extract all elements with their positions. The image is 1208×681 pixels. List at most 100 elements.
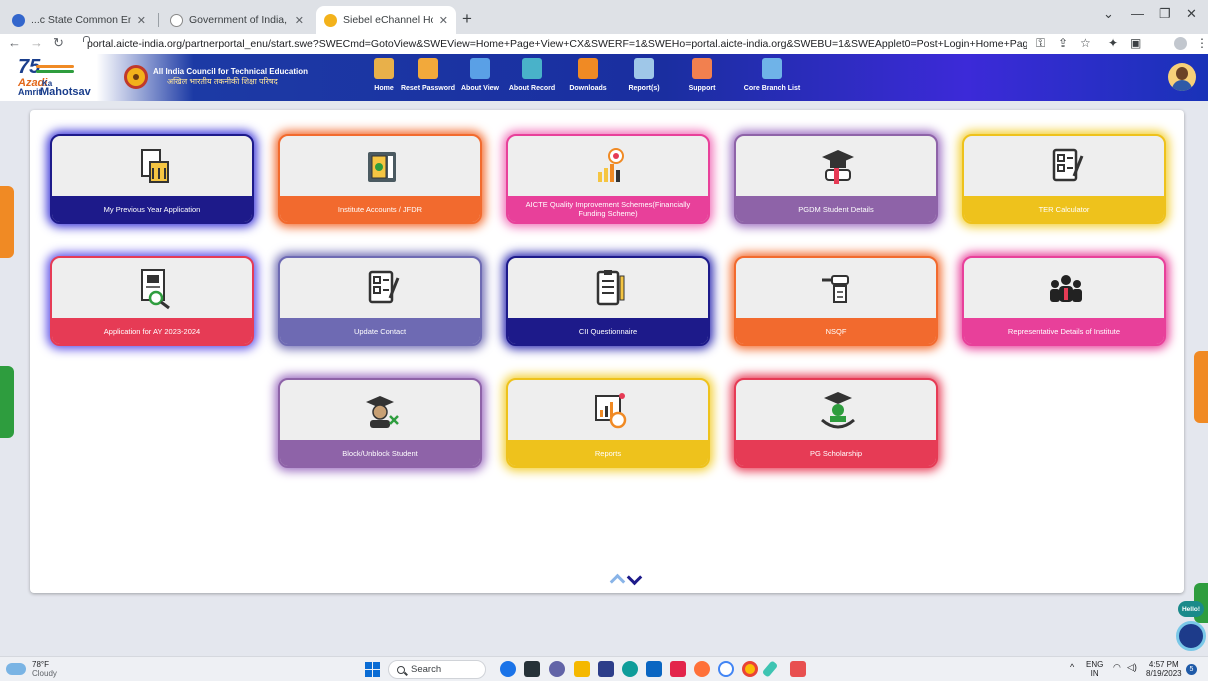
side-flag-saffron-right bbox=[1194, 351, 1208, 423]
tile-nsqf[interactable]: NSQF bbox=[734, 256, 938, 346]
restore-icon[interactable]: ❐ bbox=[1159, 6, 1171, 22]
block-student-icon bbox=[364, 390, 400, 434]
taskbar-app-snipping-icon[interactable] bbox=[761, 660, 779, 678]
browser-menu-icon[interactable]: ⋮ bbox=[1196, 36, 1208, 50]
chatbot-greeting: Hello! bbox=[1178, 601, 1204, 617]
reset-password-icon bbox=[418, 58, 438, 79]
weather-temp: 78°F bbox=[32, 660, 49, 669]
tab-siebel-home[interactable]: Siebel eChannel Home ✕ bbox=[316, 6, 456, 34]
taskbar-app-firefox-icon[interactable] bbox=[694, 661, 710, 677]
weather-text: 78°F Cloudy bbox=[32, 660, 57, 678]
weather-condition: Cloudy bbox=[32, 669, 57, 678]
tile-institute-accounts-jfdr[interactable]: Institute Accounts / JFDR bbox=[278, 134, 482, 224]
lang-secondary: IN bbox=[1090, 669, 1099, 678]
key-icon[interactable]: ⚿ bbox=[1036, 36, 1045, 51]
reload-icon[interactable]: ↻ bbox=[53, 35, 64, 51]
tab-search-icon[interactable]: ⌄ bbox=[1103, 6, 1114, 22]
tile-pgdm-student-details[interactable]: PGDM Student Details bbox=[734, 134, 938, 224]
tile-reports[interactable]: Reports bbox=[506, 378, 710, 468]
sidepanel-icon[interactable]: ▣ bbox=[1130, 36, 1141, 50]
tile-label: Update Contact bbox=[280, 318, 480, 344]
tab-close-icon[interactable]: ✕ bbox=[295, 14, 304, 27]
tab-close-icon[interactable]: ✕ bbox=[137, 14, 146, 27]
windows-start-icon[interactable] bbox=[365, 662, 380, 677]
nav-item-label: Support bbox=[688, 85, 716, 92]
taskbar-app-store-icon[interactable] bbox=[598, 661, 614, 677]
taskbar-app-bing-icon[interactable] bbox=[500, 661, 516, 677]
scroll-down-chevron-icon[interactable] bbox=[626, 569, 643, 586]
tab-label: Siebel eChannel Home bbox=[343, 14, 433, 26]
forward-icon[interactable]: → bbox=[30, 35, 43, 50]
chatbot-robot-icon[interactable] bbox=[1176, 621, 1206, 651]
cloud-icon bbox=[6, 663, 26, 675]
taskbar-app-edge-icon[interactable] bbox=[622, 661, 638, 677]
tile-label: CII Questionnaire bbox=[508, 318, 708, 344]
taskbar-app-chrome-icon[interactable] bbox=[742, 661, 758, 677]
side-flag-green bbox=[0, 366, 14, 438]
nav-item-label: About View bbox=[461, 85, 499, 92]
reports-icon bbox=[634, 58, 654, 79]
skill-hand-icon bbox=[820, 268, 856, 312]
tile-label: PG Scholarship bbox=[736, 440, 936, 466]
volume-icon[interactable]: ◁) bbox=[1127, 663, 1137, 672]
nav-item-report-s[interactable]: Report(s) bbox=[611, 58, 677, 92]
taskbar-app-linkedin-icon[interactable] bbox=[646, 661, 662, 677]
logo-word-amrit: Amrit bbox=[18, 87, 42, 97]
main-content: My Previous Year Application Institute Ac… bbox=[0, 101, 1208, 656]
tile-my-previous-year-application[interactable]: My Previous Year Application bbox=[50, 134, 254, 224]
questionnaire-icon bbox=[592, 268, 628, 312]
lang-primary: ENG bbox=[1086, 660, 1104, 669]
nav-item-core-branch-list[interactable]: Core Branch List bbox=[739, 58, 805, 92]
weather-widget[interactable]: 78°F Cloudy bbox=[6, 660, 57, 678]
taskbar-search[interactable]: Search bbox=[388, 660, 486, 679]
approved-application-icon bbox=[136, 268, 172, 312]
tray-overflow-icon[interactable]: ^ bbox=[1070, 663, 1074, 672]
taskbar-app-pocket-icon[interactable] bbox=[670, 661, 686, 677]
new-tab-button[interactable]: + bbox=[462, 9, 472, 29]
address-bar[interactable]: portal.aicte-india.org/partnerportal_enu… bbox=[82, 34, 1027, 54]
wifi-icon[interactable]: ◠ bbox=[1113, 663, 1121, 672]
tab-cet[interactable]: ...c State Common Entrance Test I ✕ bbox=[4, 6, 154, 34]
taskbar-app-explorer-icon[interactable] bbox=[574, 661, 590, 677]
tile-cii-questionnaire[interactable]: CII Questionnaire bbox=[506, 256, 710, 346]
institution-document-icon bbox=[136, 146, 172, 190]
taskbar-app-paint-icon[interactable] bbox=[790, 661, 806, 677]
back-icon[interactable]: ← bbox=[8, 35, 21, 50]
taskbar-app-google-icon[interactable] bbox=[718, 661, 734, 677]
extensions-icon[interactable]: ✦ bbox=[1108, 36, 1118, 50]
language-indicator[interactable]: ENG IN bbox=[1086, 660, 1103, 678]
user-avatar[interactable] bbox=[1168, 63, 1196, 91]
nav-item-support[interactable]: Support bbox=[669, 58, 735, 92]
taskbar-app-taskview-icon[interactable] bbox=[524, 661, 540, 677]
nav-item-label: About Record bbox=[508, 85, 556, 92]
tile-application-for-ay-2023-2024[interactable]: Application for AY 2023-2024 bbox=[50, 256, 254, 346]
about-view-icon bbox=[470, 58, 490, 79]
tile-pg-scholarship[interactable]: PG Scholarship bbox=[734, 378, 938, 468]
close-window-icon[interactable]: ✕ bbox=[1186, 6, 1197, 22]
group-people-icon bbox=[1048, 268, 1084, 312]
dashboard-panel: My Previous Year Application Institute Ac… bbox=[30, 110, 1184, 593]
tile-representative-details-of-institute[interactable]: Representative Details of Institute bbox=[962, 256, 1166, 346]
profile-avatar-icon[interactable] bbox=[1174, 37, 1187, 50]
tile-block-unblock-student[interactable]: Block/Unblock Student bbox=[278, 378, 482, 468]
chatbot-widget[interactable]: Hello! bbox=[1172, 601, 1208, 655]
tab-government[interactable]: Government of India, All India Co ✕ bbox=[162, 6, 312, 34]
tile-aicte-quality-improvement-schemes-financially-funding-scheme[interactable]: AICTE Quality Improvement Schemes(Financ… bbox=[506, 134, 710, 224]
downloads-icon bbox=[578, 58, 598, 79]
checklist-icon bbox=[1048, 146, 1084, 190]
tile-label: Institute Accounts / JFDR bbox=[280, 196, 480, 222]
notification-badge[interactable]: 5 bbox=[1186, 664, 1197, 675]
logo-stripe-saffron bbox=[36, 65, 74, 68]
tab-close-icon[interactable]: ✕ bbox=[439, 14, 448, 27]
tile-label: Block/Unblock Student bbox=[280, 440, 480, 466]
taskbar-app-teams-icon[interactable] bbox=[549, 661, 565, 677]
browser-tab-strip: ...c State Common Entrance Test I ✕ Gove… bbox=[0, 0, 1208, 34]
share-icon[interactable]: ⇪ bbox=[1058, 36, 1068, 50]
tile-update-contact[interactable]: Update Contact bbox=[278, 256, 482, 346]
bookmark-star-icon[interactable]: ☆ bbox=[1080, 36, 1091, 50]
scroll-up-chevron-icon[interactable] bbox=[609, 573, 626, 590]
clock[interactable]: 4:57 PM 8/19/2023 bbox=[1146, 660, 1182, 678]
logo-stripe-green bbox=[36, 70, 74, 73]
minimize-icon[interactable]: — bbox=[1131, 6, 1144, 21]
tile-ter-calculator[interactable]: TER Calculator bbox=[962, 134, 1166, 224]
